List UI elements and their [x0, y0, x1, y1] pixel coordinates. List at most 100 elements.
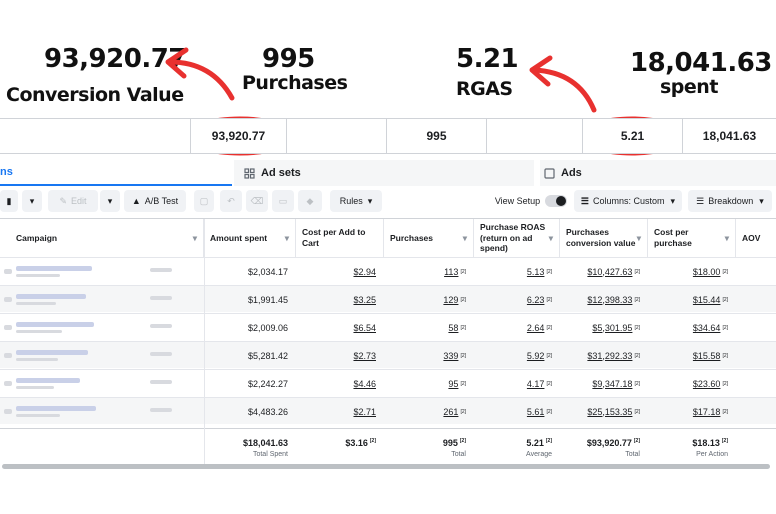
table-row[interactable]: $2,034.17 $2.94 113 [2] 5.13 [2] $10,427.63 [2]…: [0, 257, 776, 284]
horizontal-scrollbar[interactable]: [2, 464, 770, 469]
cell-purchases[interactable]: 129 [2]: [384, 286, 474, 313]
cell-cpp[interactable]: $15.58 [2]: [648, 342, 736, 369]
cell-value[interactable]: $12,398.33 [2]: [560, 286, 648, 313]
col-campaign-label: Campaign: [16, 232, 58, 243]
clipboard-button[interactable]: ▢: [194, 190, 214, 212]
edit-button[interactable]: ✎ Edit: [48, 190, 98, 212]
campaign-name-redacted[interactable]: [16, 350, 88, 355]
cell-value[interactable]: $31,292.33 [2]: [560, 342, 648, 369]
footnote-mark: [2]: [460, 408, 466, 415]
cell-atc[interactable]: $6.54: [296, 314, 384, 341]
total-roas: 5.21 [2] Average: [474, 429, 560, 467]
cell-spent: $4,483.26: [204, 398, 296, 425]
tab-ad-sets[interactable]: Ad sets: [234, 160, 534, 186]
undo-button[interactable]: ↶: [220, 190, 242, 212]
clipboard-icon: ▢: [199, 195, 209, 206]
cell-atc[interactable]: $4.46: [296, 370, 384, 397]
footnote-mark: [2]: [460, 324, 466, 331]
cell-purchases[interactable]: 58 [2]: [384, 314, 474, 341]
toggle-icon[interactable]: [4, 353, 12, 358]
campaign-name-redacted[interactable]: [16, 378, 80, 383]
cell-atc[interactable]: $2.94: [296, 258, 384, 285]
preview-button[interactable]: ▭: [272, 190, 294, 212]
table-row[interactable]: $2,009.06 $6.54 58 [2] 2.64 [2] $5,301.95 [2] $3…: [0, 313, 776, 340]
cell-roas[interactable]: 2.64 [2]: [474, 314, 560, 341]
toggle-icon[interactable]: [4, 409, 12, 414]
cell-atc[interactable]: $2.73: [296, 342, 384, 369]
cell-value[interactable]: $9,347.18 [2]: [560, 370, 648, 397]
total-value-label: Total: [625, 451, 640, 458]
campaign-meta-redacted: [16, 386, 54, 389]
duplicate-dropdown[interactable]: ▾: [22, 190, 42, 212]
edit-dropdown[interactable]: ▾: [100, 190, 120, 212]
cell-purchases[interactable]: 95 [2]: [384, 370, 474, 397]
cell-cpp[interactable]: $18.00 [2]: [648, 258, 736, 285]
cell-roas[interactable]: 6.23 [2]: [474, 286, 560, 313]
cell-purchases[interactable]: 113 [2]: [384, 258, 474, 285]
table-row[interactable]: $2,242.27 $4.46 95 [2] 4.17 [2] $9,347.18 [2] $2…: [0, 369, 776, 396]
footnote-mark: [2]: [546, 352, 552, 359]
cell-cpp[interactable]: $23.60 [2]: [648, 370, 736, 397]
campaign-name-redacted[interactable]: [16, 266, 92, 271]
tab-campaigns-label: ns: [0, 166, 13, 178]
cell-cpp[interactable]: $15.44 [2]: [648, 286, 736, 313]
campaign-table: Campaign ▾ Amount spent ▾ Cost per Add to …: [0, 218, 776, 467]
campaign-name-redacted[interactable]: [16, 322, 94, 327]
cell-cpp[interactable]: $34.64 [2]: [648, 314, 736, 341]
cell-value[interactable]: $10,427.63 [2]: [560, 258, 648, 285]
flask-icon: ▲: [131, 196, 141, 206]
col-header-aov[interactable]: AOV: [736, 219, 776, 257]
rules-button[interactable]: Rules ▾: [330, 190, 382, 212]
tab-campaigns[interactable]: ns: [0, 160, 232, 186]
col-header-purchases[interactable]: Purchases ▾: [384, 219, 474, 257]
col-header-cost-per-atc[interactable]: Cost per Add to Cart: [296, 219, 384, 257]
cell-atc[interactable]: $3.25: [296, 286, 384, 313]
toggle-icon[interactable]: [4, 381, 12, 386]
view-setup-label: View Setup: [494, 196, 541, 206]
breakdown-button[interactable]: ☰ Breakdown ▾: [688, 190, 772, 212]
col-header-roas[interactable]: Purchase ROAS (return on ad spend) ▾: [474, 219, 560, 257]
table-row[interactable]: $1,991.45 $3.25 129 [2] 6.23 [2] $12,398.33 [2]…: [0, 285, 776, 312]
table-row[interactable]: $4,483.26 $2.71 261 [2] 5.61 [2] $25,153.35 [2]…: [0, 397, 776, 424]
cell-spent: $2,034.17: [204, 258, 296, 285]
cell-purchases[interactable]: 261 [2]: [384, 398, 474, 425]
cell-roas[interactable]: 4.17 [2]: [474, 370, 560, 397]
ab-test-button[interactable]: ▲ A/B Test: [124, 190, 186, 212]
col-header-conversion-value[interactable]: Purchases conversion value ▾: [560, 219, 648, 257]
ab-test-label: A/B Test: [144, 196, 179, 206]
campaign-name-redacted[interactable]: [16, 294, 86, 299]
toggle-icon[interactable]: [4, 269, 12, 274]
summary-purchases: 995: [386, 119, 486, 153]
col-header-campaign[interactable]: Campaign ▾: [0, 219, 204, 257]
duplicate-button[interactable]: ▮: [0, 190, 18, 212]
cell-roas[interactable]: 5.61 [2]: [474, 398, 560, 425]
tab-ads[interactable]: Ads: [540, 160, 776, 186]
columns-button[interactable]: ☰ Columns: Custom ▾: [574, 190, 682, 212]
cell-purchases[interactable]: 339 [2]: [384, 342, 474, 369]
summary-bar: 93,920.77 995 5.21 18,041.63: [0, 118, 776, 154]
col-header-cost-per-purchase[interactable]: Cost per purchase ▾: [648, 219, 736, 257]
tag-button[interactable]: ◆: [298, 190, 322, 212]
campaign-name-redacted[interactable]: [16, 406, 96, 411]
toggle-icon[interactable]: [4, 297, 12, 302]
cell-atc[interactable]: $2.71: [296, 398, 384, 425]
total-atc-spacer: [374, 451, 376, 458]
chevron-down-icon: ▾: [724, 232, 729, 243]
cell-value[interactable]: $25,153.35 [2]: [560, 398, 648, 425]
cell-roas[interactable]: 5.92 [2]: [474, 342, 560, 369]
cell-spent: $1,991.45: [204, 286, 296, 313]
cell-value: $12,398.33: [587, 294, 633, 305]
col-header-amount-spent[interactable]: Amount spent ▾: [204, 219, 296, 257]
summary-blank-2: [486, 119, 582, 153]
view-setup-toggle[interactable]: View Setup: [492, 190, 570, 212]
footnote-mark: [2]: [722, 324, 728, 331]
cell-value[interactable]: $5,301.95 [2]: [560, 314, 648, 341]
cell-cpp[interactable]: $17.18 [2]: [648, 398, 736, 425]
cell-roas[interactable]: 5.13 [2]: [474, 258, 560, 285]
pencil-icon: ✎: [59, 195, 68, 206]
campaign-status-redacted: [150, 268, 172, 272]
table-row[interactable]: $5,281.42 $2.73 339 [2] 5.92 [2] $31,292.33 [2]…: [0, 341, 776, 368]
toggle-icon[interactable]: [4, 325, 12, 330]
summary-blank-1: [286, 119, 386, 153]
delete-button[interactable]: ⌫: [246, 190, 268, 212]
